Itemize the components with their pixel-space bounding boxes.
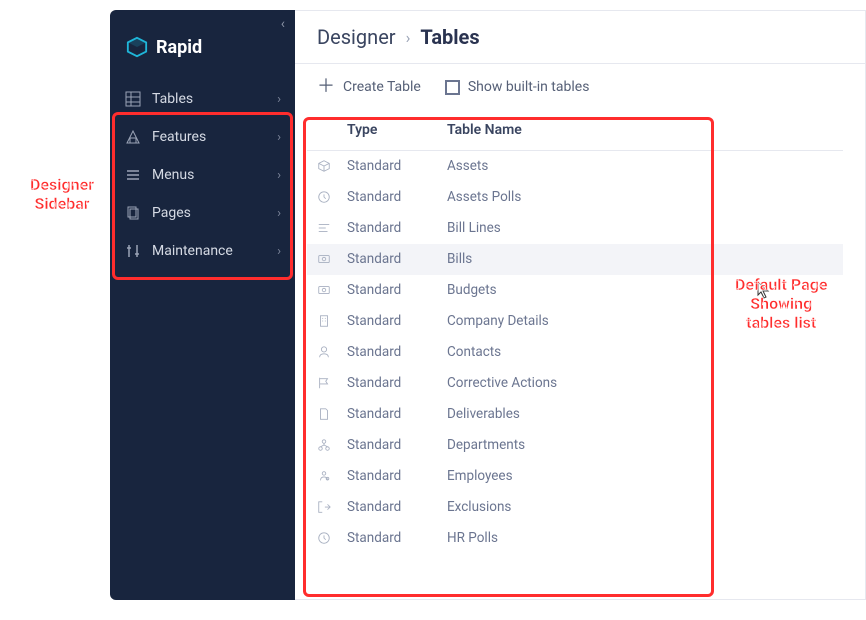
sidebar-item-label: Features	[152, 129, 267, 145]
annotation-callout-sidebar: DesignerSidebar	[30, 175, 94, 213]
row-name: Corrective Actions	[447, 375, 833, 391]
row-type: Standard	[347, 158, 447, 174]
toolbar: ＋ Create Table Show built-in tables	[295, 64, 865, 110]
create-table-button[interactable]: ＋ Create Table	[317, 78, 421, 96]
row-type: Standard	[347, 344, 447, 360]
flag-icon	[317, 376, 347, 390]
show-builtin-label: Show built-in tables	[468, 79, 590, 95]
row-name: Assets Polls	[447, 189, 833, 205]
badge-icon	[317, 469, 347, 483]
chevron-right-icon: ›	[277, 244, 281, 259]
row-name: Exclusions	[447, 499, 833, 515]
row-type: Standard	[347, 251, 447, 267]
chevron-right-icon: ›	[277, 92, 281, 107]
lines-icon	[317, 221, 347, 235]
show-builtin-toggle[interactable]: Show built-in tables	[445, 79, 590, 95]
features-icon	[124, 128, 142, 146]
maintenance-icon	[124, 242, 142, 260]
cube-icon	[317, 159, 347, 173]
money-icon	[317, 283, 347, 297]
chevron-right-icon: ›	[406, 28, 411, 47]
tables-icon	[124, 90, 142, 108]
chevron-left-icon: ‹	[281, 16, 285, 32]
sidebar-item-label: Pages	[152, 205, 267, 221]
row-name: Bills	[447, 251, 833, 267]
sidebar: ‹ Rapid Tables › Features › Menus ›	[110, 10, 295, 600]
row-type: Standard	[347, 220, 447, 236]
table-body: StandardAssetsStandardAssets PollsStanda…	[307, 151, 843, 554]
chevron-right-icon: ›	[277, 130, 281, 145]
row-type: Standard	[347, 499, 447, 515]
sidebar-collapse-button[interactable]: ‹	[281, 16, 285, 32]
row-name: Employees	[447, 468, 833, 484]
table-row[interactable]: StandardCorrective Actions	[307, 368, 843, 399]
org-icon	[317, 438, 347, 452]
table-row[interactable]: StandardAssets Polls	[307, 182, 843, 213]
sidebar-item-label: Maintenance	[152, 243, 267, 259]
table-row[interactable]: StandardEmployees	[307, 461, 843, 492]
row-type: Standard	[347, 468, 447, 484]
row-type: Standard	[347, 313, 447, 329]
plus-icon: ＋	[317, 78, 335, 96]
row-type: Standard	[347, 189, 447, 205]
brand-logo-icon	[126, 36, 148, 58]
person-icon	[317, 345, 347, 359]
annotation-callout-main: Default PageShowingtables list	[735, 275, 827, 333]
row-type: Standard	[347, 530, 447, 546]
sidebar-item-maintenance[interactable]: Maintenance ›	[110, 232, 295, 270]
table-row[interactable]: StandardBills	[307, 244, 843, 275]
row-type: Standard	[347, 406, 447, 422]
row-type: Standard	[347, 437, 447, 453]
table-row[interactable]: StandardDeliverables	[307, 399, 843, 430]
breadcrumb-parent[interactable]: Designer	[317, 25, 396, 49]
row-name: Deliverables	[447, 406, 833, 422]
exit-icon	[317, 500, 347, 514]
table-row[interactable]: StandardDepartments	[307, 430, 843, 461]
brand-name: Rapid	[156, 37, 202, 58]
row-name: Departments	[447, 437, 833, 453]
table-row[interactable]: StandardContacts	[307, 337, 843, 368]
sidebar-item-features[interactable]: Features ›	[110, 118, 295, 156]
checkbox-icon	[445, 80, 460, 95]
table-row[interactable]: StandardBill Lines	[307, 213, 843, 244]
chevron-right-icon: ›	[277, 168, 281, 183]
row-type: Standard	[347, 282, 447, 298]
row-type: Standard	[347, 375, 447, 391]
table-row[interactable]: StandardAssets	[307, 151, 843, 182]
menus-icon	[124, 166, 142, 184]
table-row[interactable]: StandardHR Polls	[307, 523, 843, 554]
brand: Rapid	[110, 18, 295, 80]
sidebar-item-label: Tables	[152, 91, 267, 107]
sidebar-item-label: Menus	[152, 167, 267, 183]
sidebar-item-menus[interactable]: Menus ›	[110, 156, 295, 194]
chevron-right-icon: ›	[277, 206, 281, 221]
doc-icon	[317, 407, 347, 421]
breadcrumb-current: Tables	[420, 25, 479, 49]
column-header-name[interactable]: Table Name	[447, 122, 833, 138]
row-name: HR Polls	[447, 530, 833, 546]
tables-list: Type Table Name StandardAssetsStandardAs…	[295, 110, 865, 599]
table-header-row: Type Table Name	[307, 110, 843, 151]
money-icon	[317, 252, 347, 266]
column-header-type[interactable]: Type	[347, 122, 447, 138]
sidebar-nav: Tables › Features › Menus › Pages › Main…	[110, 80, 295, 270]
sidebar-item-tables[interactable]: Tables ›	[110, 80, 295, 118]
sidebar-item-pages[interactable]: Pages ›	[110, 194, 295, 232]
clock-icon	[317, 190, 347, 204]
table-row[interactable]: StandardExclusions	[307, 492, 843, 523]
clock-icon	[317, 531, 347, 545]
row-name: Bill Lines	[447, 220, 833, 236]
row-name: Contacts	[447, 344, 833, 360]
pages-icon	[124, 204, 142, 222]
row-name: Assets	[447, 158, 833, 174]
building-icon	[317, 314, 347, 328]
breadcrumb: Designer › Tables	[295, 11, 865, 64]
create-table-label: Create Table	[343, 79, 421, 95]
